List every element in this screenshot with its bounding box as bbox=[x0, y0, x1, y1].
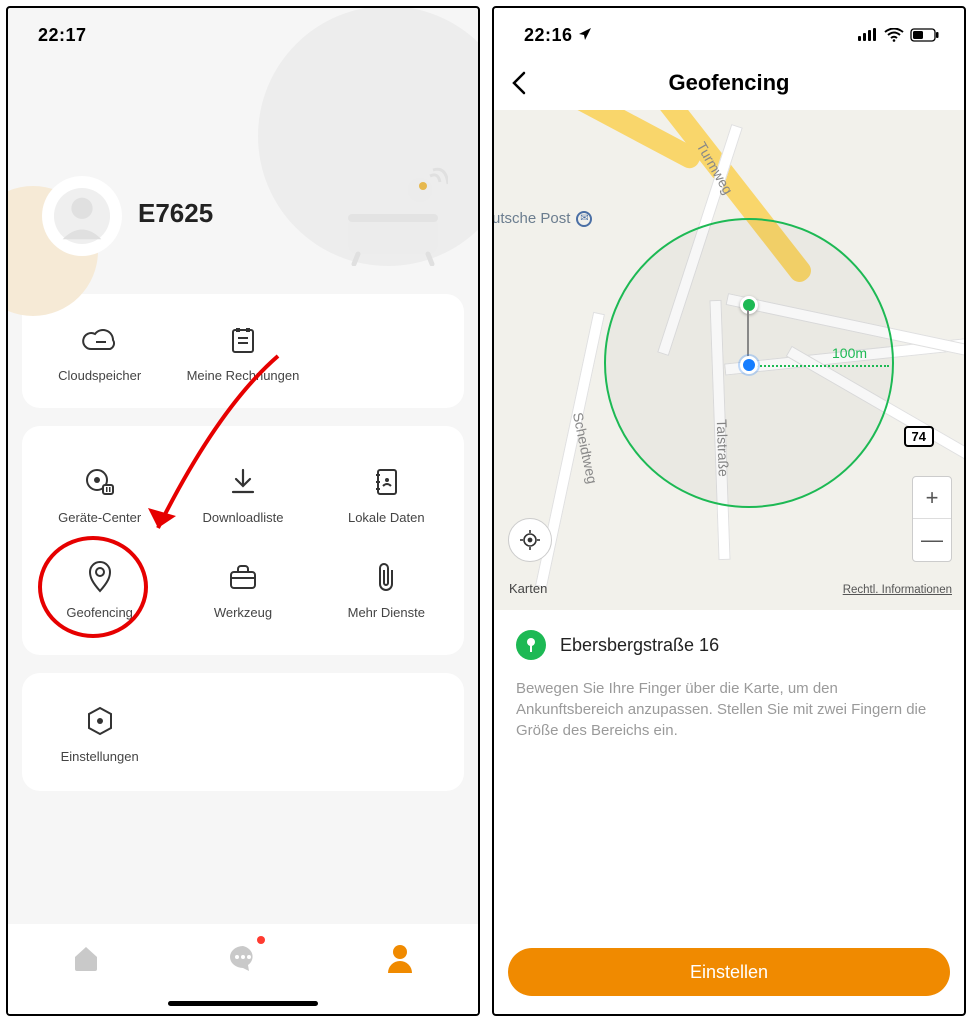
status-bar: 22:16 bbox=[494, 8, 964, 56]
tile-local-data[interactable]: Lokale Daten bbox=[315, 448, 458, 542]
radius-indicator bbox=[749, 365, 889, 367]
profile-header: E7625 bbox=[8, 56, 478, 276]
tab-messages[interactable] bbox=[223, 938, 263, 978]
card-account: Cloudspeicher Meine Rechnungen bbox=[22, 294, 464, 408]
status-time: 22:16 bbox=[524, 25, 592, 46]
device-icon bbox=[83, 464, 117, 500]
notebook-icon bbox=[372, 464, 400, 500]
cloud-icon bbox=[82, 322, 118, 358]
screen-geofencing: 22:16 Geofencing bbox=[492, 6, 966, 1016]
settings-icon bbox=[84, 703, 116, 739]
tile-download-list[interactable]: Downloadliste bbox=[171, 448, 314, 542]
nav-bar: Geofencing bbox=[494, 56, 964, 110]
decoration-device-illustration bbox=[338, 166, 448, 266]
card-settings: Einstellungen bbox=[22, 673, 464, 791]
geofence-center-handle[interactable] bbox=[740, 296, 758, 314]
toolbox-icon bbox=[227, 559, 259, 595]
location-services-icon bbox=[578, 28, 592, 45]
location-pin-icon bbox=[86, 559, 114, 595]
screen-profile: 22:17 bbox=[6, 6, 480, 1016]
status-time: 22:17 bbox=[38, 25, 87, 46]
radius-value: 100m bbox=[832, 345, 867, 361]
instruction-text: Bewegen Sie Ihre Finger über die Karte, … bbox=[494, 664, 964, 741]
map-zoom-control: + — bbox=[912, 476, 952, 562]
tab-home[interactable] bbox=[66, 938, 106, 978]
card-tools: Geräte-Center Downloadliste Lokale Daten bbox=[22, 426, 464, 655]
poi-marker-icon: ✉ bbox=[576, 211, 592, 227]
user-name: E7625 bbox=[138, 198, 213, 229]
confirm-button[interactable]: Einstellen bbox=[508, 948, 950, 996]
address-text: Ebersbergstraße 16 bbox=[560, 635, 719, 656]
map-attribution: Karten bbox=[506, 581, 547, 596]
road-number-badge: 74 bbox=[904, 426, 934, 447]
map-poi-label: utsche Post ✉ bbox=[494, 210, 592, 227]
page-title: Geofencing bbox=[668, 70, 789, 96]
tile-more-services[interactable]: Mehr Dienste bbox=[315, 543, 458, 637]
status-icons bbox=[858, 28, 940, 42]
zoom-in-button[interactable]: + bbox=[913, 477, 951, 519]
avatar[interactable] bbox=[42, 176, 122, 256]
map-view[interactable]: utsche Post ✉ Turmweg Scheidtweg Talstra… bbox=[494, 110, 964, 610]
address-row: Ebersbergstraße 16 bbox=[494, 610, 964, 664]
download-icon bbox=[228, 464, 258, 500]
tile-cloud-storage[interactable]: Cloudspeicher bbox=[28, 316, 171, 390]
tab-profile-active[interactable] bbox=[380, 938, 420, 978]
map-legal-link[interactable]: Rechtl. Informationen bbox=[843, 584, 952, 596]
home-indicator bbox=[168, 1001, 318, 1006]
back-button[interactable] bbox=[510, 70, 538, 98]
attachment-icon bbox=[374, 559, 398, 595]
tile-my-bills[interactable]: Meine Rechnungen bbox=[171, 316, 314, 390]
address-pin-icon bbox=[516, 630, 546, 660]
receipt-icon bbox=[228, 322, 258, 358]
tile-device-center[interactable]: Geräte-Center bbox=[28, 448, 171, 542]
current-location-marker bbox=[740, 356, 758, 374]
tile-settings[interactable]: Einstellungen bbox=[28, 697, 171, 771]
zoom-out-button[interactable]: — bbox=[913, 519, 951, 561]
tile-toolbox[interactable]: Werkzeug bbox=[171, 543, 314, 637]
recenter-button[interactable] bbox=[508, 518, 552, 562]
notification-dot-icon bbox=[257, 936, 265, 944]
tile-geofencing[interactable]: Geofencing bbox=[28, 543, 171, 637]
